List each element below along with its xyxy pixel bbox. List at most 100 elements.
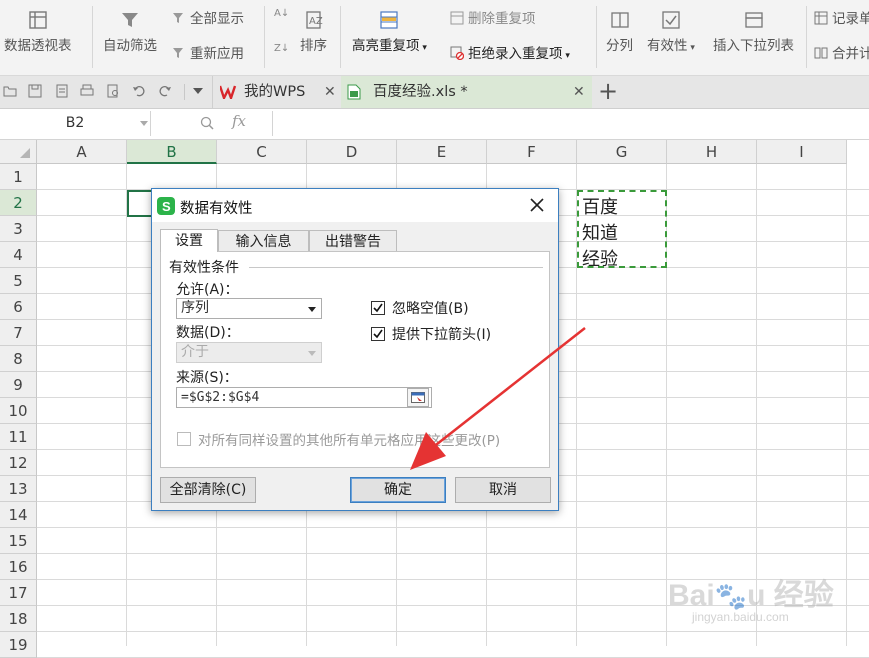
row-header[interactable]: 13 [0, 476, 37, 502]
source-label: 来源(S)： [176, 370, 238, 386]
row-header[interactable]: 7 [0, 320, 37, 346]
redo-icon[interactable] [158, 84, 172, 98]
delete-duplicates-button[interactable]: 删除重复项 [450, 7, 536, 27]
sort-button[interactable]: AZ 排序 [300, 10, 327, 54]
close-icon[interactable]: ✕ [573, 76, 585, 108]
ribbon-separator [340, 6, 341, 68]
show-all-button[interactable]: 全部显示 [172, 7, 244, 27]
source-input[interactable]: =$G$2:$G$4 [176, 387, 432, 408]
row-header[interactable]: 1 [0, 164, 37, 190]
row-header[interactable]: 19 [0, 632, 37, 658]
column-header[interactable]: A [37, 140, 127, 164]
column-header[interactable]: B [127, 140, 217, 164]
sort-label: 排序 [300, 38, 327, 54]
chevron-down-icon [308, 307, 316, 312]
validity-label: 有效性 [647, 38, 688, 54]
column-header[interactable]: D [307, 140, 397, 164]
tab-my-wps[interactable]: 我的WPS ✕ [214, 76, 340, 108]
tab-error-alert[interactable]: 出错警告 [309, 230, 397, 252]
validity-button[interactable]: 有效性 ▾ [647, 10, 695, 54]
apply-all-label: 对所有同样设置的其他所有单元格应用这些更改(P) [198, 433, 501, 449]
row-header[interactable]: 2 [0, 190, 37, 216]
autofilter-button[interactable]: 自动筛选 [103, 10, 157, 54]
name-box-dropdown-icon[interactable] [140, 121, 148, 127]
clear-all-button[interactable]: 全部清除(C) [160, 477, 256, 503]
dialog-titlebar: S 数据有效性 [152, 189, 558, 222]
row-header[interactable]: 5 [0, 268, 37, 294]
row-header[interactable]: 6 [0, 294, 37, 320]
column-header[interactable]: H [667, 140, 757, 164]
merge-calc-button[interactable]: 合并计 [814, 42, 869, 62]
split-button[interactable]: 分列 [606, 10, 633, 54]
row-header[interactable]: 12 [0, 450, 37, 476]
gridline-vertical [846, 164, 847, 646]
tab-doc-label: 百度经验.xls * [373, 84, 468, 100]
highlight-duplicates-button[interactable]: 高亮重复项 ▾ [352, 10, 427, 54]
undo-icon[interactable] [132, 84, 146, 98]
allow-select-value: 序列 [181, 300, 209, 316]
row-header[interactable]: 3 [0, 216, 37, 242]
row-header[interactable]: 14 [0, 502, 37, 528]
close-icon[interactable] [530, 198, 544, 212]
name-box[interactable]: B2 [0, 111, 151, 136]
row-header[interactable]: 8 [0, 346, 37, 372]
row-header[interactable]: 4 [0, 242, 37, 268]
print-icon[interactable] [80, 84, 94, 98]
reject-duplicates-icon [450, 46, 464, 60]
tab-input-message[interactable]: 输入信息 [218, 230, 309, 252]
sort-desc-button[interactable]: Z↓ [274, 40, 292, 55]
highlight-duplicates-icon [380, 11, 399, 29]
cell-g4[interactable]: 经验 [582, 245, 618, 271]
row-header[interactable]: 17 [0, 580, 37, 606]
gridline-horizontal [37, 631, 869, 632]
cell-g3[interactable]: 知道 [582, 219, 618, 245]
select-all-corner[interactable] [0, 140, 37, 164]
allow-select[interactable]: 序列 [176, 298, 322, 319]
close-icon[interactable]: ✕ [324, 76, 336, 108]
row-header[interactable]: 10 [0, 398, 37, 424]
quick-access-dropdown-icon[interactable] [193, 87, 203, 95]
formula-input[interactable] [272, 111, 869, 136]
ignore-blank-checkbox[interactable] [371, 301, 385, 315]
row-header[interactable]: 18 [0, 606, 37, 632]
row-header[interactable]: 9 [0, 372, 37, 398]
ignore-blank-label: 忽略空值(B) [392, 301, 469, 317]
split-columns-icon [610, 12, 629, 28]
column-header[interactable]: C [217, 140, 307, 164]
column-header[interactable]: G [577, 140, 667, 164]
reject-duplicates-button[interactable]: 拒绝录入重复项 ▾ [450, 42, 570, 62]
column-header[interactable]: E [397, 140, 487, 164]
cancel-button[interactable]: 取消 [455, 477, 551, 503]
corner-triangle-icon [20, 148, 30, 158]
range-select-button[interactable] [407, 388, 429, 407]
zoom-search-icon[interactable] [200, 116, 214, 130]
highlight-duplicates-label: 高亮重复项 [352, 38, 420, 54]
column-header[interactable]: F [487, 140, 577, 164]
print-preview-icon[interactable] [106, 84, 120, 98]
delete-duplicates-label: 删除重复项 [468, 11, 536, 27]
pivot-table-button[interactable]: 数据透视表 [4, 10, 72, 54]
gridline-horizontal [37, 527, 869, 528]
row-header[interactable]: 16 [0, 554, 37, 580]
insert-dropdown-list-button[interactable]: 插入下拉列表 [713, 10, 794, 54]
new-tab-plus-icon[interactable]: + [598, 76, 618, 106]
baidu-watermark-logo: Bai🐾u 经验 [668, 579, 834, 612]
sort-asc-button[interactable]: A↓ [274, 5, 292, 20]
tab-settings[interactable]: 设置 [160, 229, 218, 252]
tab-baidu-jingyan[interactable]: 百度经验.xls * ✕ [341, 76, 592, 108]
provide-dropdown-checkbox[interactable] [371, 327, 385, 341]
row-header[interactable]: 11 [0, 424, 37, 450]
reapply-button[interactable]: 重新应用 [172, 42, 244, 62]
split-label: 分列 [606, 38, 633, 54]
export-pdf-icon[interactable] [55, 84, 69, 98]
record-button[interactable]: 记录单 [814, 7, 869, 27]
ok-button[interactable]: 确定 [350, 477, 446, 503]
cell-g2[interactable]: 百度 [582, 193, 618, 219]
save-icon[interactable] [28, 84, 42, 98]
fx-icon[interactable]: fx [232, 112, 246, 130]
pivot-table-label: 数据透视表 [4, 38, 72, 54]
open-folder-icon[interactable] [3, 84, 17, 98]
column-header[interactable]: I [757, 140, 847, 164]
checkmark-icon [373, 329, 383, 339]
row-header[interactable]: 15 [0, 528, 37, 554]
